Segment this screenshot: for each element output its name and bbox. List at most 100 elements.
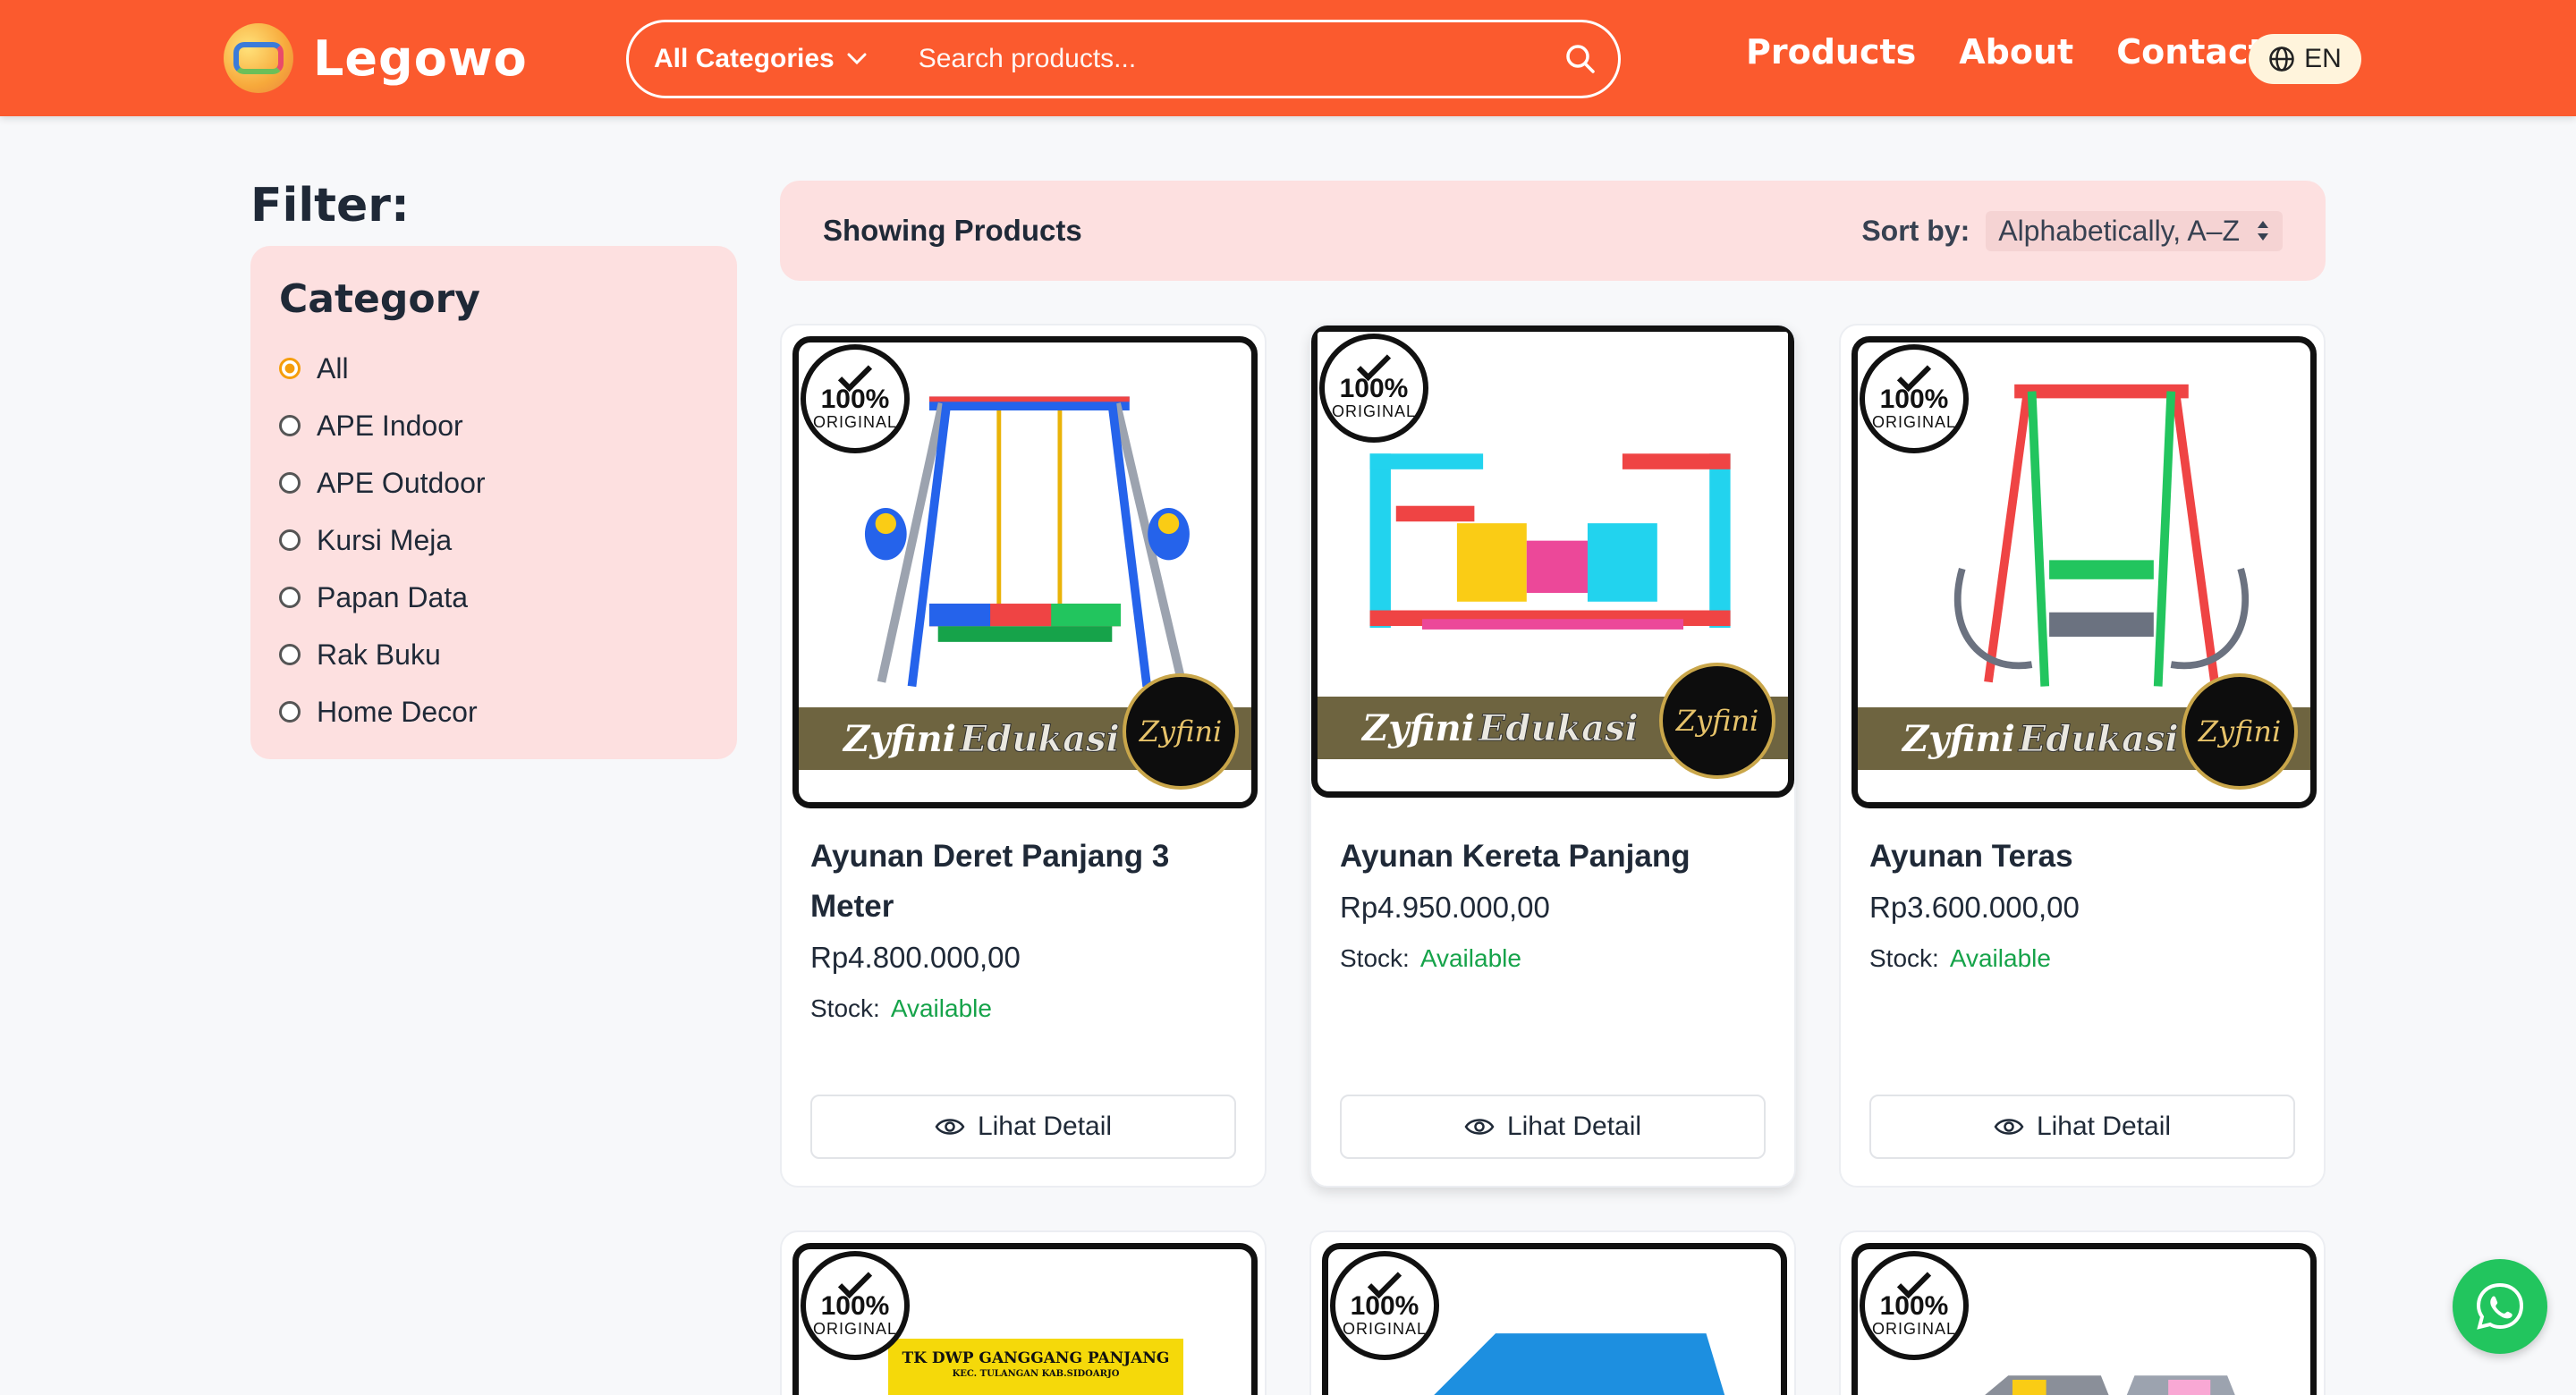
nav-products[interactable]: Products [1746,32,1916,72]
brand-seal-text: Zyfini [1675,704,1759,738]
search-icon[interactable] [1563,41,1598,77]
radio[interactable] [279,529,301,551]
original-badge: 100% ORIGINAL [1330,1251,1439,1360]
select-arrows-icon [2258,221,2268,241]
brand-strip-part1: Zyfini [1902,717,2015,760]
brand-logo[interactable]: Legowo [224,23,528,93]
logo-icon [224,23,293,93]
product-stock: Stock: Available [1869,944,2295,973]
search-bar: All Categories [626,20,1621,98]
stock-status: Available [1949,944,2051,972]
main-nav: Products About Contact [1746,32,2265,72]
product-card[interactable]: 100% ORIGINAL Zyfini Edukasi Zyfini Ayun… [1309,324,1796,1188]
brand-strip-part2: Edukasi [1478,706,1639,749]
sort-label: Sort by: [1861,214,1970,247]
radio[interactable] [279,587,301,608]
stock-status: Available [1419,944,1521,972]
view-detail-button[interactable]: Lihat Detail [1340,1095,1766,1159]
category-option-all[interactable]: All [279,340,708,397]
product-image[interactable]: 100% ORIGINAL Zyfini Edukasi Zyfini [1852,336,2317,808]
category-label: Rak Buku [317,638,441,671]
brand-strip-part2: Edukasi [2018,717,2179,760]
badge-percent: 100% [1339,373,1409,403]
badge-text: ORIGINAL [1331,402,1417,420]
sort-control: Sort by: Alphabetically, A–Z [1861,210,2283,251]
badge-text: ORIGINAL [1871,412,1957,431]
globe-icon [2269,46,2294,72]
view-detail-label: Lihat Detail [2036,1112,2172,1141]
product-name[interactable]: Ayunan Deret Panjang 3 Meter [810,832,1236,932]
original-badge: 100% ORIGINAL [1860,1251,1969,1360]
product-info: Ayunan Teras Rp3.600.000,00 Stock: Availa… [1869,832,2295,973]
eye-icon [1464,1119,1495,1135]
category-option-ape-indoor[interactable]: APE Indoor [279,397,708,454]
eye-icon [935,1119,965,1135]
category-label: Home Decor [317,695,478,728]
chevron-down-icon [847,53,867,65]
badge-text: ORIGINAL [812,412,898,431]
product-image[interactable]: 100% ORIGINAL Zyfini Edukasi Zyfini [792,336,1258,808]
category-label: Papan Data [317,580,469,613]
product-name[interactable]: Ayunan Kereta Panjang [1340,832,1766,882]
nav-contact[interactable]: Contact [2116,32,2265,72]
brand-seal-text: Zyfini [2198,714,2282,748]
language-switcher[interactable]: EN [2249,34,2361,84]
whatsapp-button[interactable] [2453,1259,2547,1354]
original-badge: 100% ORIGINAL [1319,334,1428,443]
product-name[interactable]: Ayunan Teras [1869,832,2295,882]
original-badge: 100% ORIGINAL [801,1251,910,1360]
category-option-home-decor[interactable]: Home Decor [279,683,708,740]
sort-value: Alphabetically, A–Z [1998,214,2240,247]
view-detail-button[interactable]: Lihat Detail [810,1095,1236,1159]
whatsapp-icon [2476,1282,2524,1330]
product-stock: Stock: Available [810,994,1236,1023]
badge-text: ORIGINAL [1871,1319,1957,1338]
product-price: Rp4.950.000,00 [1340,891,1550,924]
language-label: EN [2304,44,2342,73]
showing-label: Showing Products [823,214,1082,247]
original-badge: 100% ORIGINAL [1860,344,1969,453]
product-image[interactable]: 100% ORIGINAL [1322,1243,1787,1395]
category-option-papan-data[interactable]: Papan Data [279,569,708,626]
category-option-rak-buku[interactable]: Rak Buku [279,626,708,683]
brand-seal: Zyfini [1123,673,1239,790]
badge-percent: 100% [1879,1290,1949,1321]
badge-text: ORIGINAL [812,1319,898,1338]
stock-label: Stock: [810,994,880,1022]
radio[interactable] [279,701,301,723]
product-info: Ayunan Deret Panjang 3 Meter Rp4.800.000… [810,832,1236,1023]
brand-strip-part1: Zyfini [843,717,956,760]
radio[interactable] [279,415,301,436]
brand-strip-part1: Zyfini [1362,706,1475,749]
stock-label: Stock: [1340,944,1410,972]
radio[interactable] [279,644,301,665]
stock-status: Available [890,994,992,1022]
view-detail-button[interactable]: Lihat Detail [1869,1095,2295,1159]
nav-about[interactable]: About [1959,32,2073,72]
brand-strip-part2: Edukasi [959,717,1120,760]
category-list: All APE Indoor APE Outdoor Kursi Meja Pa… [279,340,708,740]
product-card[interactable]: 100% ORIGINAL Zyfini Edukasi Zyfini Ayun… [1839,324,2326,1188]
brand-seal-text: Zyfini [1139,714,1223,748]
product-card[interactable]: 100% ORIGINAL [1309,1230,1796,1395]
original-badge: 100% ORIGINAL [801,344,910,453]
badge-percent: 100% [820,384,890,414]
radio[interactable] [279,472,301,494]
product-info: Ayunan Kereta Panjang Rp4.950.000,00 Sto… [1340,832,1766,973]
category-dropdown[interactable]: All Categories [654,44,867,74]
product-card[interactable]: 100% ORIGINAL [1839,1230,2326,1395]
category-option-ape-outdoor[interactable]: APE Outdoor [279,454,708,512]
product-card[interactable]: 100% ORIGINAL TK DWP GANGGANG PANJANG KE… [780,1230,1267,1395]
brand-seal: Zyfini [1659,663,1775,779]
view-detail-label: Lihat Detail [1506,1112,1642,1141]
category-option-kursi-meja[interactable]: Kursi Meja [279,512,708,569]
product-image[interactable]: 100% ORIGINAL TK DWP GANGGANG PANJANG KE… [792,1243,1258,1395]
radio-selected[interactable] [279,358,301,379]
product-image[interactable]: 100% ORIGINAL [1852,1243,2317,1395]
category-label: All [317,351,349,385]
product-card[interactable]: 100% ORIGINAL Zyfini Edukasi Zyfini Ayun… [780,324,1267,1188]
sort-select[interactable]: Alphabetically, A–Z [1986,210,2283,251]
product-image[interactable]: 100% ORIGINAL Zyfini Edukasi Zyfini [1311,326,1794,798]
search-input[interactable] [918,44,1563,74]
top-header: Legowo All Categories Products About Con… [0,0,2576,116]
